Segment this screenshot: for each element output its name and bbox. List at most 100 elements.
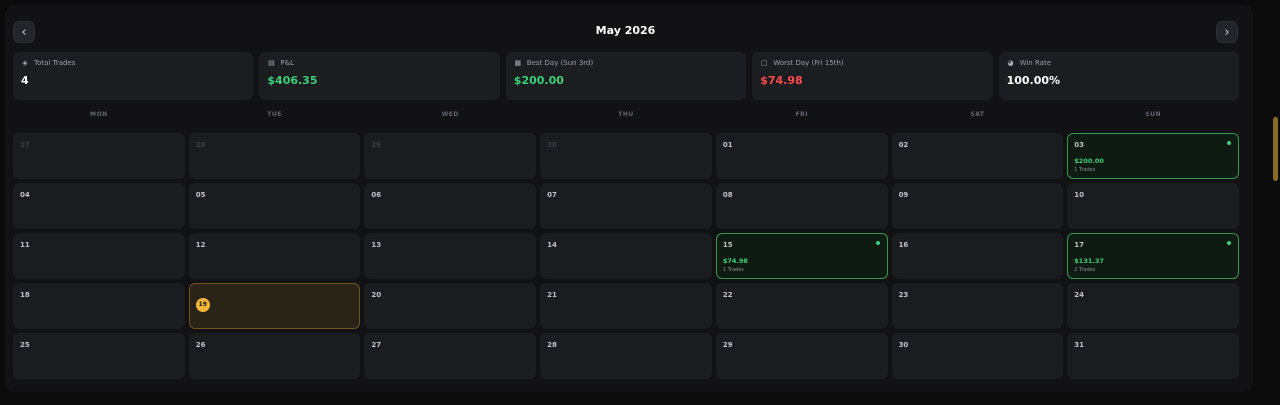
calendar-day[interactable]: 16 [891,233,1064,279]
calendar-day[interactable]: 09 [891,183,1064,229]
stat-card: ◕ Win Rate 100.00% [998,52,1239,100]
calendar-day[interactable]: 15 $74.98 1 Trades [715,233,888,279]
weekday-header: MON TUE WED THU FRI SAT SUN [13,111,1239,118]
calendar-day[interactable]: 20 [364,283,537,329]
weekday-label: SUN [1145,111,1161,118]
stat-label-row: ◕ Win Rate [1007,59,1231,67]
month-title: May 2026 [595,24,656,37]
weekday-label: WED [441,111,459,118]
calendar-day[interactable]: 30 [891,333,1064,379]
day-number: 12 [195,241,206,249]
trade-indicator-dot [1226,241,1231,245]
calendar-icon: ▦ [514,59,522,67]
weekday-label: MON [90,111,108,118]
day-pnl: $131.37 [1074,257,1104,265]
scrollbar-thumb[interactable] [1273,117,1278,181]
calendar-day[interactable]: 21 [540,283,712,329]
stat-card: ▦ Best Day (Sun 3rd) $200.00 [505,52,747,100]
weekday-label: THU [618,111,634,118]
calendar-day[interactable]: 29 [364,133,537,179]
calendar-day[interactable]: 02 [891,133,1064,179]
next-month-button[interactable]: › [1216,21,1238,43]
day-number: 04 [20,191,30,199]
calendar-day[interactable]: 07 [540,183,712,229]
day-trade-count: 2 Trades [1074,267,1096,273]
day-number: 16 [898,241,909,249]
weekday-label: FRI [795,111,808,118]
stat-card: ◈ Total Trades 4 [13,52,254,100]
calendar-day[interactable]: 11 [13,233,185,279]
calendar-day[interactable]: 26 [188,333,361,379]
stat-label-row: ▤ P&L [267,59,491,67]
calendar-day[interactable]: 05 [188,183,361,229]
day-number: 30 [547,141,557,149]
stat-value: 100.00% [1006,74,1061,87]
day-number: 06 [371,191,382,199]
day-number: 18 [20,291,30,299]
day-number: 13 [371,241,382,249]
stat-value: $406.35 [267,74,318,87]
calendar-day[interactable]: 12 [188,233,361,279]
stat-label: P&L [280,59,294,67]
day-number: 26 [195,341,206,349]
day-number: 02 [898,141,909,149]
calendar-day[interactable]: 22 [715,283,888,329]
day-number: 31 [1074,341,1085,349]
day-number: 29 [722,341,733,349]
stat-label-row: ▢ Worst Day (Fri 15th) [760,59,984,67]
calendar-day[interactable]: 24 [1067,283,1239,329]
calendar-day[interactable]: 31 [1067,333,1239,379]
day-number: 09 [898,191,909,199]
calendar-day[interactable]: 04 [13,183,185,229]
calendar-day[interactable]: 14 [540,233,712,279]
day-number: 01 [722,141,733,149]
calendar-day[interactable]: 23 [891,283,1064,329]
calendar-day[interactable]: 28 [540,333,712,379]
day-number: 22 [722,291,733,299]
stat-label: Win Rate [1019,59,1052,67]
today-badge: 19 [195,297,210,312]
weekday-label: TUE [267,111,282,118]
stats-row: ◈ Total Trades 4 ▤ P&L $406.35 ▦ Best Day (Sun … [13,52,1239,100]
calendar-day[interactable]: 18 [13,283,185,329]
calendar-panel: ‹ May 2026 › ◈ Total Trades 4 ▤ P&L $406.35 ▦ B… [5,5,1253,392]
day-number: 24 [1074,291,1085,299]
stat-value: $74.98 [760,74,803,87]
day-number: 07 [547,191,557,199]
day-number: 15 [722,241,733,249]
chevron-right-icon: › [1224,24,1230,40]
stack-icon: ◈ [22,59,28,67]
calendar-day[interactable]: 27 [364,333,537,379]
day-number: 29 [371,141,382,149]
day-number: 30 [898,341,909,349]
calendar-day-today[interactable]: 19 [188,283,361,329]
day-number: 14 [547,241,557,249]
wallet-icon: ▤ [268,59,275,67]
day-number: 27 [20,141,30,149]
calendar-day[interactable]: 17 $131.37 2 Trades [1067,233,1239,279]
calendar-day[interactable]: 25 [13,333,185,379]
calendar-day[interactable]: 13 [364,233,537,279]
calendar-day[interactable]: 27 [13,133,185,179]
calendar-day[interactable]: 08 [715,183,888,229]
calendar-day[interactable]: 29 [715,333,888,379]
calendar-day[interactable]: 01 [715,133,888,179]
day-pnl: $74.98 [722,257,748,265]
calendar-day[interactable]: 03 $200.00 1 Trades [1067,133,1239,179]
calendar-header: ‹ May 2026 › [13,21,1238,43]
pie-icon: ◕ [1007,59,1014,67]
day-number: 28 [195,141,206,149]
day-trade-count: 1 Trades [722,267,744,273]
stat-label-row: ▦ Best Day (Sun 3rd) [514,59,738,67]
stat-card: ▢ Worst Day (Fri 15th) $74.98 [752,52,993,100]
day-number: 20 [371,291,382,299]
day-number: 17 [1074,241,1085,249]
stat-label: Worst Day (Fri 15th) [773,59,844,67]
trade-indicator-dot [875,241,880,245]
calendar-day[interactable]: 10 [1067,183,1239,229]
day-number: 21 [547,291,557,299]
calendar-day[interactable]: 30 [540,133,712,179]
stat-label: Best Day (Sun 3rd) [526,59,594,67]
calendar-day[interactable]: 06 [364,183,537,229]
calendar-day[interactable]: 28 [188,133,361,179]
